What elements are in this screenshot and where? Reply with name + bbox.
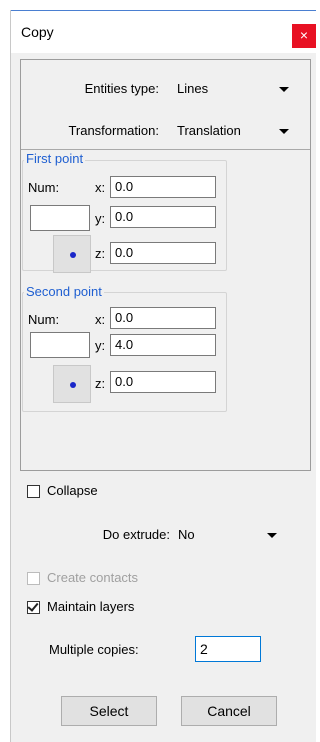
create-contacts-label: Create contacts: [47, 570, 139, 585]
second-z-label: z:: [95, 376, 106, 391]
collapse-label: Collapse: [47, 483, 98, 498]
divider: [21, 149, 310, 150]
do-extrude-label: Do extrude:: [102, 527, 170, 542]
first-x-label: x:: [95, 180, 106, 195]
first-y-label: y:: [95, 211, 106, 226]
first-point-title: First point: [24, 151, 86, 166]
first-y-field[interactable]: 0.0: [110, 206, 216, 228]
second-num-label: Num:: [28, 312, 60, 327]
first-num-label: Num:: [28, 180, 60, 195]
second-y-label: y:: [95, 338, 106, 353]
chevron-down-icon[interactable]: [279, 129, 289, 134]
checkmark-icon: [27, 600, 39, 612]
chevron-down-icon[interactable]: [267, 533, 277, 538]
entities-type-dropdown[interactable]: Lines: [177, 81, 208, 96]
chevron-down-icon[interactable]: [279, 87, 289, 92]
pick-point-icon: [70, 252, 76, 258]
second-num-field[interactable]: [30, 332, 90, 358]
entities-type-label: Entities type:: [84, 81, 159, 96]
second-z-field[interactable]: 0.0: [110, 371, 216, 393]
first-z-field[interactable]: 0.0: [110, 242, 216, 264]
maintain-layers-label: Maintain layers: [47, 599, 135, 614]
multiple-copies-label: Multiple copies:: [49, 642, 139, 657]
transform-panel: Entities type: Lines Transformation: Tra…: [20, 59, 311, 471]
first-z-label: z:: [95, 246, 106, 261]
select-button[interactable]: Select: [61, 696, 157, 726]
copy-dialog: Copy × Entities type: Lines Transformati…: [10, 10, 316, 742]
pick-point-icon: [70, 382, 76, 388]
transformation-dropdown[interactable]: Translation: [177, 123, 241, 138]
first-x-field[interactable]: 0.0: [110, 176, 216, 198]
second-x-field[interactable]: 0.0: [110, 307, 216, 329]
first-pick-point-button[interactable]: [53, 235, 91, 273]
transformation-label: Transformation:: [68, 123, 159, 138]
second-point-title: Second point: [24, 284, 104, 299]
close-icon: ×: [299, 27, 309, 43]
title-bar: Copy ×: [11, 10, 316, 53]
close-button[interactable]: ×: [292, 24, 316, 48]
cancel-button[interactable]: Cancel: [181, 696, 277, 726]
second-y-field[interactable]: 4.0: [110, 334, 216, 356]
create-contacts-checkbox[interactable]: [27, 572, 40, 585]
multiple-copies-field[interactable]: 2: [195, 636, 261, 662]
second-pick-point-button[interactable]: [53, 365, 91, 403]
first-num-field[interactable]: [30, 205, 90, 231]
second-x-label: x:: [95, 312, 106, 327]
window-title: Copy: [21, 24, 54, 40]
do-extrude-dropdown[interactable]: No: [178, 527, 195, 542]
maintain-layers-checkbox[interactable]: [27, 600, 40, 614]
collapse-checkbox[interactable]: [27, 485, 40, 498]
